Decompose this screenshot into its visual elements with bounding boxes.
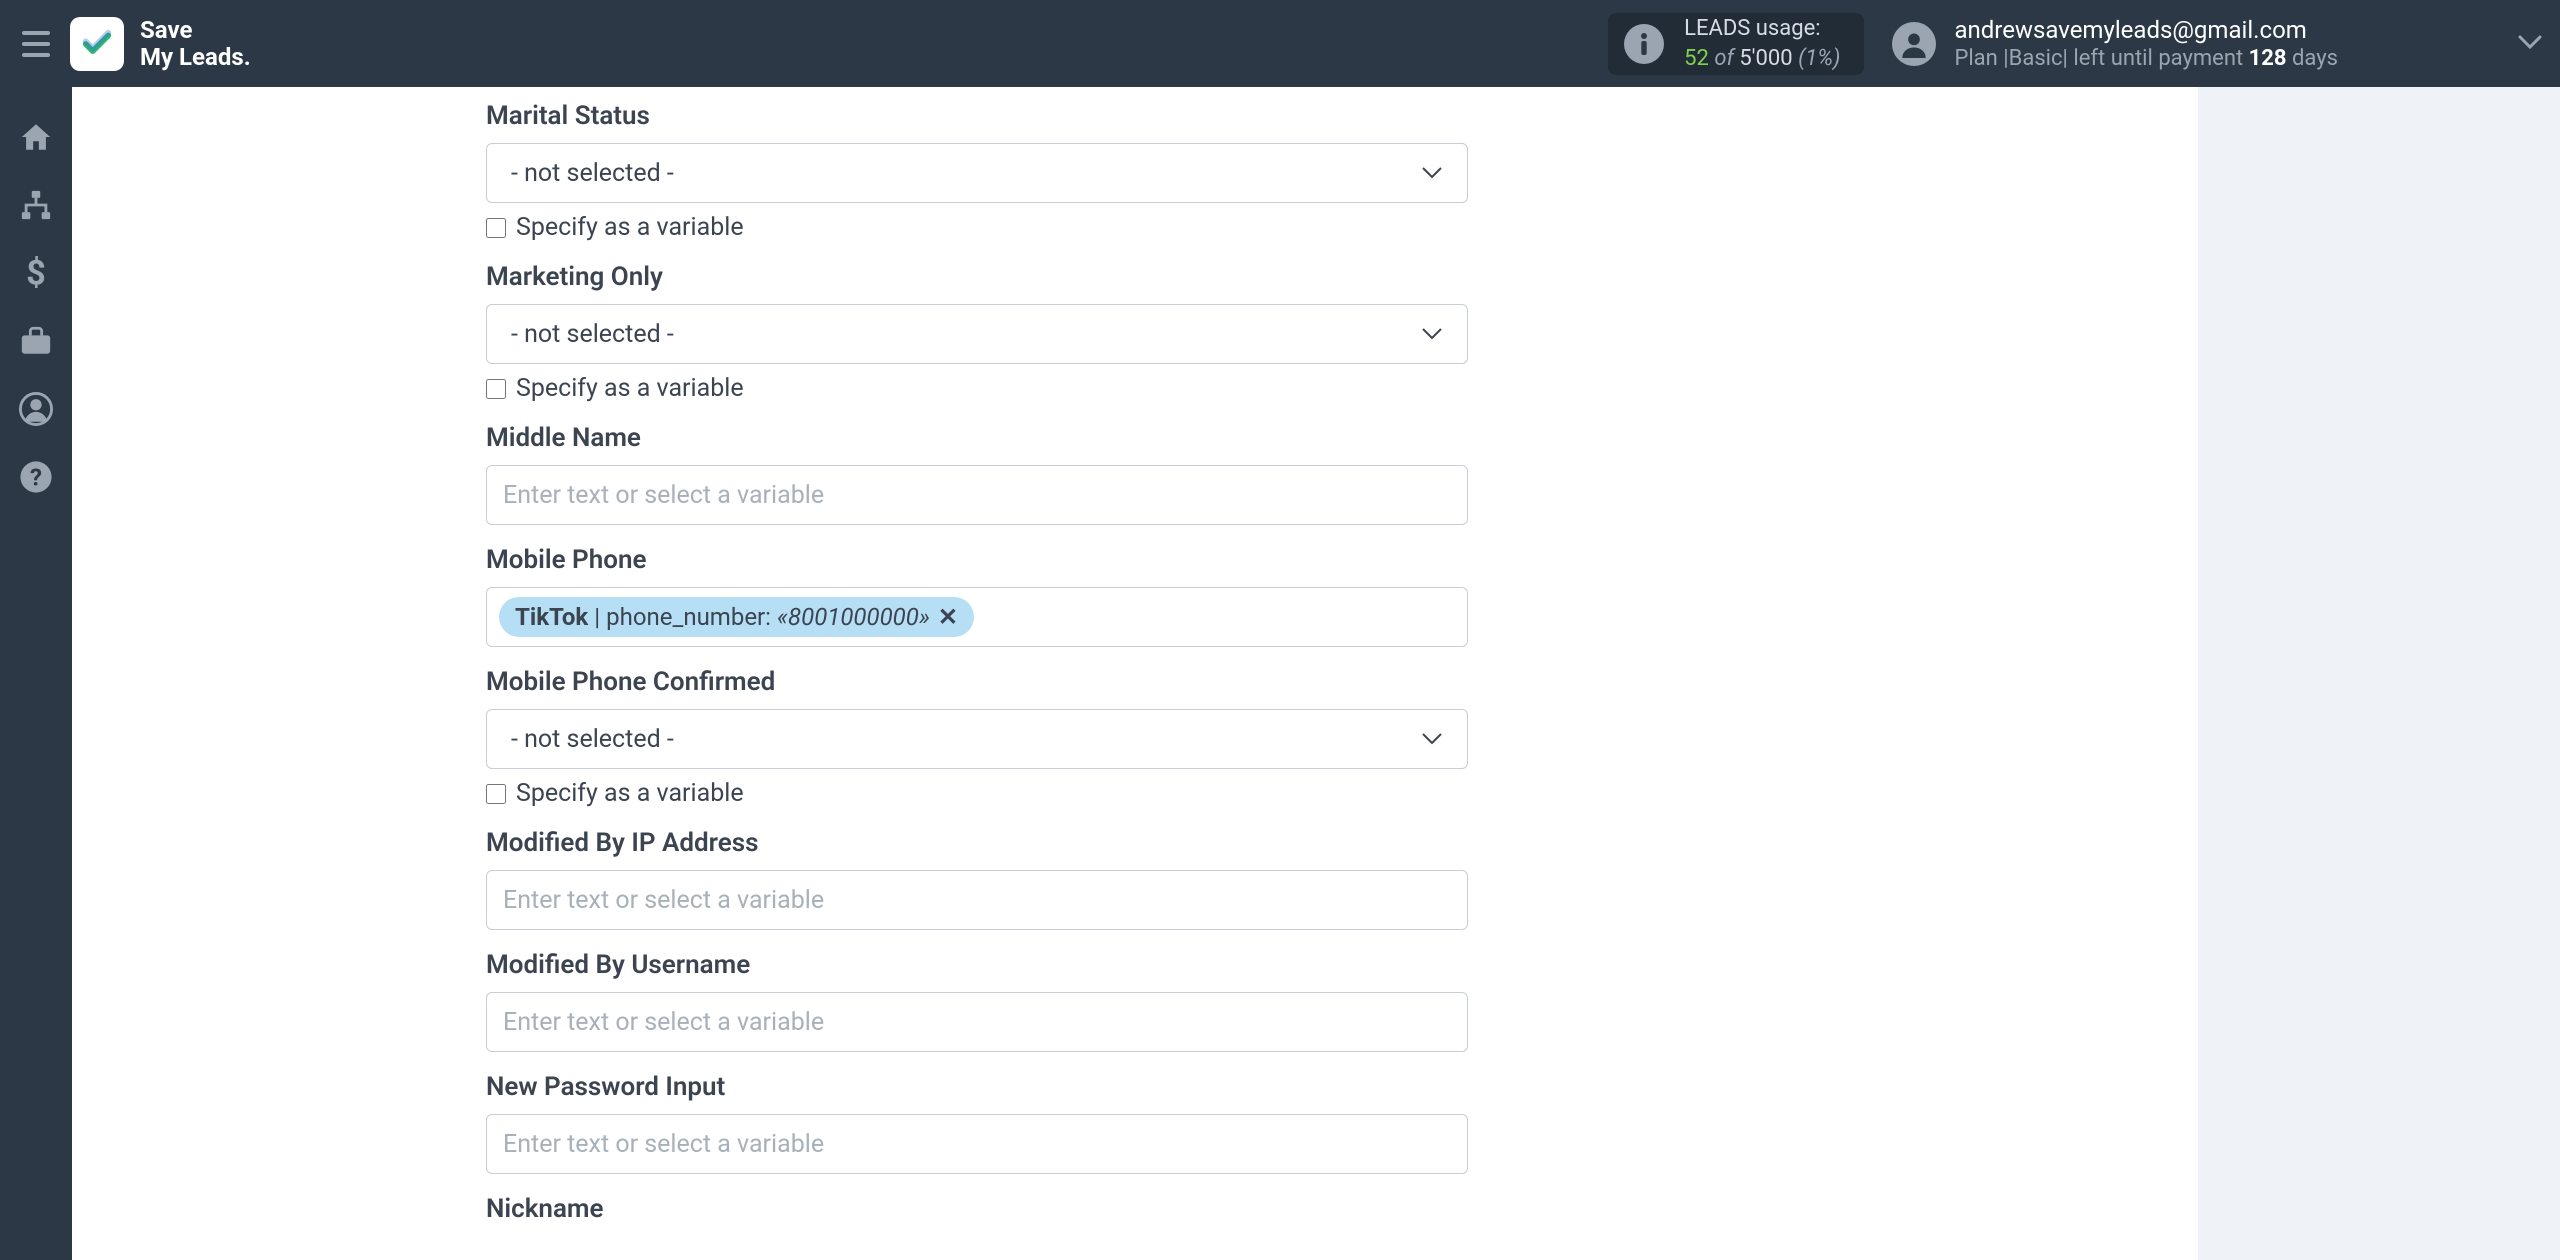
- brand[interactable]: Save My Leads.: [70, 17, 251, 71]
- input-modified-by-username[interactable]: [486, 992, 1468, 1052]
- chk-label: Specify as a variable: [516, 213, 744, 242]
- usage-text: LEADS usage: 52 of 5'000 (1%): [1684, 14, 1840, 73]
- chevron-down-icon: [1421, 166, 1443, 180]
- input-new-password[interactable]: [486, 1114, 1468, 1174]
- plan-days-word: days: [2292, 46, 2338, 71]
- field-marketing-only: Marketing Only - not selected - Specify …: [486, 262, 1468, 403]
- input-middle-name[interactable]: [486, 465, 1468, 525]
- label-new-password-input: New Password Input: [486, 1072, 1468, 1102]
- field-new-password-input: New Password Input: [486, 1072, 1468, 1174]
- field-nickname: Nickname: [486, 1194, 1468, 1224]
- chk-marital-status-variable[interactable]: [486, 218, 506, 238]
- usage-of: of: [1714, 46, 1734, 71]
- variable-tag: TikTok | phone_number: «8001000000» ✕: [499, 597, 974, 637]
- label-mobile-phone: Mobile Phone: [486, 545, 1468, 575]
- input-modified-by-username-field[interactable]: [503, 1008, 1451, 1037]
- user-email: andrewsavemyleads@gmail.com: [1954, 15, 2338, 45]
- svg-text:?: ?: [30, 464, 42, 492]
- tag-key: phone_number:: [606, 603, 771, 631]
- select-value: - not selected -: [511, 159, 674, 188]
- chk-mobile-phone-confirmed-variable[interactable]: [486, 784, 506, 804]
- plan-prefix: Plan |: [1954, 46, 2008, 71]
- label-middle-name: Middle Name: [486, 423, 1468, 453]
- field-mobile-phone: Mobile Phone TikTok | phone_number: «800…: [486, 545, 1468, 647]
- leads-usage-panel[interactable]: LEADS usage: 52 of 5'000 (1%): [1608, 13, 1864, 75]
- sidebar-briefcase[interactable]: [0, 307, 72, 375]
- chk-label: Specify as a variable: [516, 779, 744, 808]
- sidebar: $ ?: [0, 87, 72, 1260]
- usage-percent: (1%): [1798, 46, 1840, 71]
- select-mobile-phone-confirmed[interactable]: - not selected -: [486, 709, 1468, 769]
- sidebar-home[interactable]: [0, 103, 72, 171]
- sidebar-help[interactable]: ?: [0, 443, 72, 511]
- usage-label: LEADS usage:: [1684, 14, 1840, 44]
- brand-line1: Save: [140, 17, 251, 43]
- avatar-icon: [1892, 22, 1936, 66]
- chevron-down-icon: [1421, 327, 1443, 341]
- menu-toggle[interactable]: [14, 21, 58, 67]
- sidebar-user[interactable]: [0, 375, 72, 443]
- input-modified-by-ip[interactable]: [486, 870, 1468, 930]
- user-text: andrewsavemyleads@gmail.com Plan |Basic|…: [1954, 15, 2338, 73]
- tag-remove[interactable]: ✕: [938, 603, 958, 631]
- sidebar-billing[interactable]: $: [0, 239, 72, 307]
- form-area: Marital Status - not selected - Specify …: [486, 87, 1468, 1244]
- tag-source: TikTok: [515, 603, 588, 631]
- usage-total: 5'000: [1739, 46, 1792, 71]
- app-header: Save My Leads. LEADS usage: 52 of 5'000 …: [0, 0, 2560, 87]
- field-modified-by-ip: Modified By IP Address: [486, 828, 1468, 930]
- label-marketing-only: Marketing Only: [486, 262, 1468, 292]
- plan-name: Basic: [2009, 46, 2063, 71]
- plan-days: 128: [2249, 46, 2287, 71]
- sidebar-sitemap[interactable]: [0, 171, 72, 239]
- label-marital-status: Marital Status: [486, 101, 1468, 131]
- svg-text:$: $: [26, 256, 46, 290]
- input-mobile-phone[interactable]: TikTok | phone_number: «8001000000» ✕: [486, 587, 1468, 647]
- select-marketing-only[interactable]: - not selected -: [486, 304, 1468, 364]
- select-marital-status[interactable]: - not selected -: [486, 143, 1468, 203]
- input-middle-name-field[interactable]: [503, 481, 1451, 510]
- brand-line2: My Leads.: [140, 44, 251, 70]
- field-mobile-phone-confirmed: Mobile Phone Confirmed - not selected - …: [486, 667, 1468, 808]
- field-modified-by-username: Modified By Username: [486, 950, 1468, 1052]
- usage-used: 52: [1684, 46, 1709, 71]
- chevron-down-icon: [1421, 732, 1443, 746]
- logo-icon: [70, 17, 124, 71]
- input-modified-by-ip-field[interactable]: [503, 886, 1451, 915]
- tag-value: «8001000000»: [777, 603, 930, 631]
- form-card: Marital Status - not selected - Specify …: [72, 87, 2198, 1260]
- plan-mid: | left until payment: [2063, 46, 2244, 71]
- select-value: - not selected -: [511, 725, 674, 754]
- label-modified-by-ip: Modified By IP Address: [486, 828, 1468, 858]
- field-middle-name: Middle Name: [486, 423, 1468, 525]
- brand-text: Save My Leads.: [140, 17, 251, 70]
- input-new-password-field[interactable]: [503, 1130, 1451, 1159]
- label-modified-by-username: Modified By Username: [486, 950, 1468, 980]
- page: Marital Status - not selected - Specify …: [72, 87, 2560, 1260]
- chk-label: Specify as a variable: [516, 374, 744, 403]
- info-icon: [1624, 24, 1664, 64]
- chk-marketing-only-variable[interactable]: [486, 379, 506, 399]
- user-menu[interactable]: andrewsavemyleads@gmail.com Plan |Basic|…: [1892, 15, 2338, 73]
- label-mobile-phone-confirmed: Mobile Phone Confirmed: [486, 667, 1468, 697]
- label-nickname: Nickname: [486, 1194, 1468, 1224]
- field-marital-status: Marital Status - not selected - Specify …: [486, 101, 1468, 242]
- select-value: - not selected -: [511, 320, 674, 349]
- chevron-down-icon[interactable]: [2518, 34, 2542, 53]
